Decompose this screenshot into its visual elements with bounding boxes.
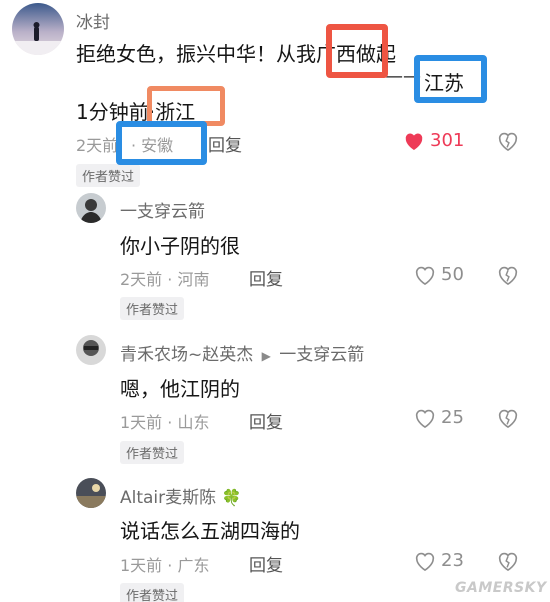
username[interactable]: Altair麦斯陈: [120, 488, 216, 508]
heart-icon: [414, 265, 436, 285]
reply-button[interactable]: 回复: [249, 408, 283, 433]
username[interactable]: 冰封: [76, 8, 110, 33]
reply-button[interactable]: 回复: [249, 265, 283, 290]
highlight-zhejiang: [147, 86, 225, 126]
comment-text-start: 拒绝女色，振兴中华！从我: [76, 42, 316, 66]
avatar[interactable]: [76, 478, 106, 508]
username[interactable]: 青禾农场~赵英杰: [120, 345, 253, 365]
watermark: GAMERSKY: [455, 580, 547, 596]
like-count: 25: [441, 407, 464, 428]
broken-heart-icon[interactable]: [497, 265, 519, 285]
like-button[interactable]: 301: [403, 130, 464, 151]
reply-meta: 1天前 · 山东: [120, 413, 210, 432]
clover-icon: 🍀: [221, 488, 242, 507]
author-liked-badge: 作者赞过: [76, 164, 141, 187]
highlight-anhui: [116, 121, 207, 165]
author-liked-badge: 作者赞过: [120, 297, 185, 320]
highlight-jiangsu: [414, 55, 487, 103]
broken-heart-icon[interactable]: [497, 408, 519, 428]
reply-button[interactable]: 回复: [208, 131, 242, 156]
avatar[interactable]: [76, 193, 106, 223]
like-button[interactable]: 23: [414, 550, 464, 571]
heart-icon: [414, 408, 436, 428]
like-button[interactable]: 50: [414, 264, 464, 285]
username[interactable]: 一支穿云箭: [120, 197, 205, 222]
reply-meta: 2天前 · 河南: [120, 270, 210, 289]
broken-heart-icon[interactable]: [497, 131, 519, 151]
author-liked-badge: 作者赞过: [120, 441, 185, 464]
reply-to-username[interactable]: 一支穿云箭: [279, 345, 364, 365]
reply-text: 你小子阴的很: [120, 234, 240, 258]
like-count: 301: [430, 130, 465, 151]
reply-text: 嗯，他江阴的: [120, 377, 240, 401]
comment-date: 2天前: [76, 136, 119, 155]
broken-heart-icon[interactable]: [497, 551, 519, 571]
heart-icon: [403, 131, 425, 151]
avatar[interactable]: [76, 335, 106, 365]
reply-text: 说话怎么五湖四海的: [120, 519, 300, 543]
like-count: 50: [441, 264, 464, 285]
avatar[interactable]: [12, 3, 64, 55]
heart-icon: [414, 551, 436, 571]
reply-header: Altair麦斯陈 🍀: [120, 483, 241, 508]
reply-button[interactable]: 回复: [249, 551, 283, 576]
author-liked-badge: 作者赞过: [120, 583, 185, 602]
reply-header: 青禾农场~赵英杰 ▶ 一支穿云箭: [120, 340, 364, 365]
like-count: 23: [441, 550, 464, 571]
play-arrow-icon: ▶: [261, 349, 271, 363]
reply-meta: 1天前 · 广东: [120, 556, 210, 575]
highlight-guangxi: [326, 24, 388, 78]
like-button[interactable]: 25: [414, 407, 464, 428]
